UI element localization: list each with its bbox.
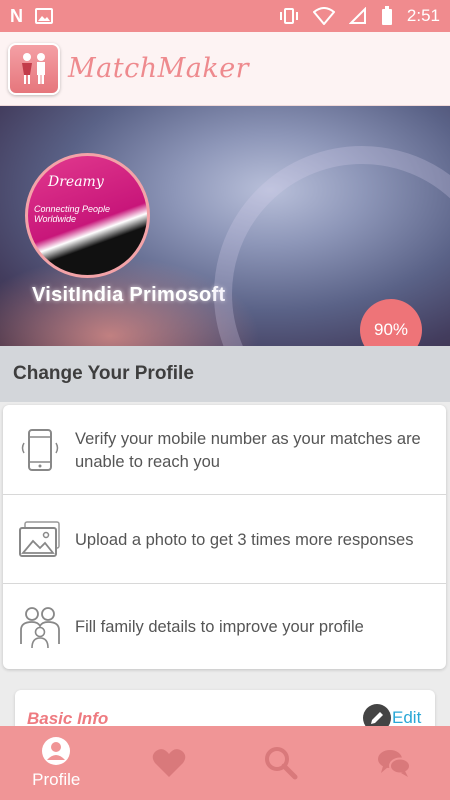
divider <box>3 583 446 584</box>
edit-button[interactable]: Edit <box>392 708 421 728</box>
divider <box>3 494 446 495</box>
nav-item-favorites[interactable] <box>113 726 226 800</box>
profile-completion-badge: 90% <box>360 299 422 346</box>
task-text: Fill family details to improve your prof… <box>75 617 364 636</box>
photo-icon <box>19 521 60 557</box>
wifi-icon <box>312 7 335 25</box>
section-header: Change Your Profile <box>0 346 450 402</box>
couple-logo-icon[interactable] <box>8 42 60 95</box>
status-bar: N 2:51 <box>0 0 450 32</box>
app-bar: MatchMaker <box>0 32 450 106</box>
vibrate-icon <box>279 8 298 24</box>
task-family-details[interactable]: Fill family details to improve your prof… <box>3 595 446 659</box>
n-logo-icon: N <box>10 5 23 26</box>
image-icon <box>35 8 53 24</box>
screen: N 2:51 MatchMaker Dreamy Connecting Peop… <box>0 0 450 800</box>
mobile-phone-icon <box>21 429 59 471</box>
clock: 2:51 <box>406 6 440 25</box>
task-verify-mobile[interactable]: Verify your mobile number as your matche… <box>3 417 446 485</box>
profile-tasks-card: Verify your mobile number as your matche… <box>3 405 446 669</box>
nav-item-chat[interactable] <box>338 726 450 800</box>
app-title: MatchMaker <box>68 53 250 84</box>
nav-item-search[interactable] <box>225 726 338 800</box>
no-sim-icon <box>348 7 366 24</box>
task-text: Upload a photo to get 3 times more respo… <box>75 530 414 549</box>
avatar-text-2: Connecting People Worldwide <box>34 204 111 224</box>
battery-icon <box>381 6 392 25</box>
nav-label-profile: Profile <box>32 770 81 789</box>
avatar-text-1: Dreamy <box>48 174 104 190</box>
profile-completion-value: 90% <box>373 320 409 339</box>
profile-photo[interactable]: Dreamy Connecting People Worldwide <box>25 153 150 278</box>
task-upload-photo[interactable]: Upload a photo to get 3 times more respo… <box>3 506 446 574</box>
profile-banner: Dreamy Connecting People Worldwide Visit… <box>0 106 450 346</box>
profile-icon <box>42 737 71 765</box>
chat-icon <box>377 750 411 777</box>
bottom-nav: Profile <box>0 726 450 800</box>
section-title: Change Your Profile <box>13 363 194 384</box>
nav-item-profile[interactable]: Profile <box>0 726 113 800</box>
search-icon <box>265 747 298 780</box>
heart-icon <box>152 749 186 777</box>
task-text: Verify your mobile number as your matche… <box>75 430 421 471</box>
profile-name: VisitIndia Primosoft <box>32 284 226 306</box>
family-icon <box>20 607 60 649</box>
